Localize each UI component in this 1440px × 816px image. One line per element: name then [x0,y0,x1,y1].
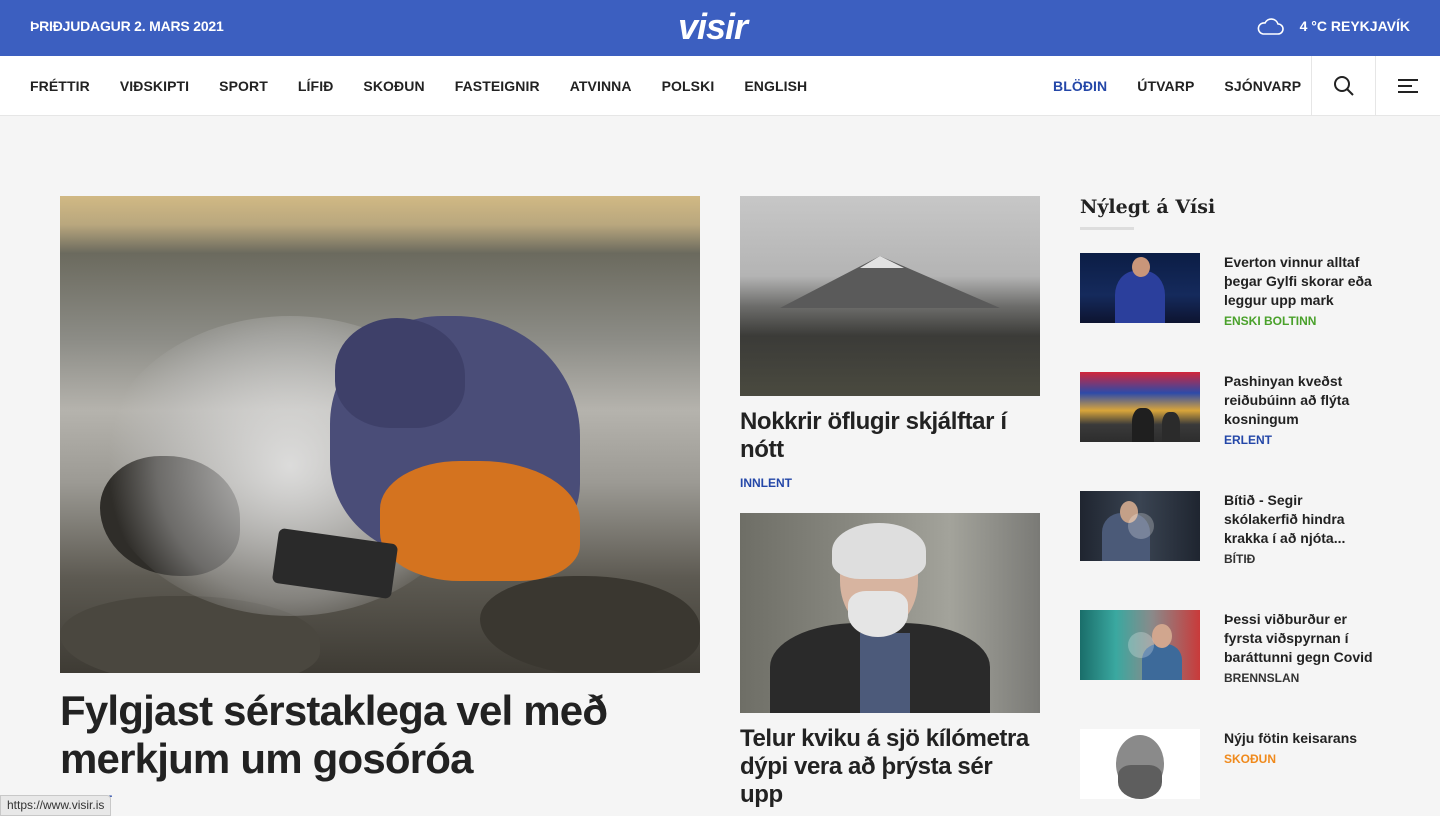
search-button[interactable] [1311,56,1375,116]
item-category[interactable]: ERLENT [1224,433,1380,447]
item-headline[interactable]: Bítið - Segir skólakerfið hindra krakka … [1224,491,1380,548]
nav-item-vidskipti[interactable]: VIÐSKIPTI [120,78,189,94]
nav-item-fasteignir[interactable]: FASTEIGNIR [455,78,540,94]
item-category[interactable]: BÍTIÐ [1224,552,1380,566]
menu-button[interactable] [1375,56,1439,116]
search-icon [1333,76,1354,96]
current-date: ÞRIÐJUDAGUR 2. MARS 2021 [30,18,224,34]
story-category[interactable]: INNLENT [740,476,1040,490]
sidebar-title: Nýlegt á Vísi [1080,196,1216,218]
nav-item-lifid[interactable]: LÍFIÐ [298,78,334,94]
item-headline[interactable]: Everton vinnur alltaf þegar Gylfi skorar… [1224,253,1380,310]
item-category[interactable]: BRENNSLAN [1224,671,1380,685]
nav-item-polski[interactable]: POLSKI [662,78,715,94]
man-shirt [860,633,910,713]
nav-item-utvarp[interactable]: ÚTVARP [1137,78,1194,94]
item-headline[interactable]: Pashinyan kveðst reiðubúinn að flýta kos… [1224,372,1380,429]
person-head [1152,624,1172,648]
top-bar: ÞRIÐJUDAGUR 2. MARS 2021 visir 4 °C REYK… [0,0,1440,56]
browser-status-bar: https://www.visir.is [0,795,112,816]
nav-sections: FRÉTTIR VIÐSKIPTI SPORT LÍFIÐ SKOÐUN FAS… [30,56,807,116]
item-category[interactable]: SKOÐUN [1224,752,1380,766]
weather-text: 4 °C REYKJAVÍK [1299,18,1410,34]
nav-item-english[interactable]: ENGLISH [744,78,807,94]
crowd-figure [1132,408,1154,442]
list-item[interactable]: Bítið - Segir skólakerfið hindra krakka … [1080,491,1380,566]
thumbnail[interactable] [1080,253,1200,323]
main-story-category[interactable]: INNLENT [60,793,700,807]
nav-item-sport[interactable]: SPORT [219,78,268,94]
sidebar-divider [1080,227,1134,230]
list-item[interactable]: Everton vinnur alltaf þegar Gylfi skorar… [1080,253,1380,328]
main-story[interactable]: Fylgjast sérstaklega vel með merkjum um … [60,196,700,807]
player-head [1132,257,1150,277]
item-headline[interactable]: Nýju fötin keisarans [1224,729,1380,748]
rock-shape [480,576,700,673]
thumbnail[interactable] [1080,729,1200,799]
man-beard [848,591,908,637]
nav-item-blodin[interactable]: BLÖÐIN [1053,78,1107,94]
main-story-title[interactable]: Fylgjast sérstaklega vel með merkjum um … [60,687,700,783]
nav-item-frettir[interactable]: FRÉTTIR [30,78,90,94]
story-earthquakes[interactable]: Nokkrir öflugir skjálftar í nótt INNLENT [740,196,1040,490]
crowd-figure [1162,412,1180,442]
item-headline[interactable]: Þessi viðburður er fyrsta viðspyrnan í b… [1224,610,1380,667]
visir-logo[interactable]: visir [678,6,748,48]
audio-icon [1128,632,1154,658]
story-image[interactable] [740,196,1040,396]
story-image[interactable] [740,513,1040,713]
thumbnail[interactable] [1080,372,1200,442]
list-item[interactable]: Þessi viðburður er fyrsta viðspyrnan í b… [1080,610,1380,685]
nav-item-atvinna[interactable]: ATVINNA [570,78,632,94]
weather-widget[interactable]: 4 °C REYKJAVÍK [1256,16,1410,36]
story-title[interactable]: Telur kviku á sjö kílómetra dýpi vera að… [740,725,1040,809]
cloud-icon [1257,18,1284,35]
story-title[interactable]: Nokkrir öflugir skjálftar í nótt [740,408,1040,464]
main-story-image[interactable] [60,196,700,673]
hamburger-menu-icon [1397,79,1418,93]
person-hood [335,318,465,428]
story-magma[interactable]: Telur kviku á sjö kílómetra dýpi vera að… [740,513,1040,809]
thumbnail[interactable] [1080,491,1200,561]
list-item[interactable]: Pashinyan kveðst reiðubúinn að flýta kos… [1080,372,1380,447]
man-hair [832,523,926,579]
audio-icon [1128,513,1154,539]
nav-media: BLÖÐIN ÚTVARP SJÓNVARP [1053,56,1301,116]
person-pants [380,461,580,581]
recent-sidebar: Nýlegt á Vísi Everton vinnur alltaf þega… [1080,196,1380,799]
player-figure [1115,271,1165,323]
main-navigation: FRÉTTIR VIÐSKIPTI SPORT LÍFIÐ SKOÐUN FAS… [0,56,1440,116]
thumbnail[interactable] [1080,610,1200,680]
nav-item-sjonvarp[interactable]: SJÓNVARP [1224,78,1301,94]
item-category[interactable]: ENSKI BOLTINN [1224,314,1380,328]
list-item[interactable]: Nýju fötin keisarans SKOÐUN [1080,729,1380,801]
nav-item-skodun[interactable]: SKOÐUN [363,78,424,94]
mountain-snow [860,256,904,268]
portrait-beard [1118,765,1162,799]
